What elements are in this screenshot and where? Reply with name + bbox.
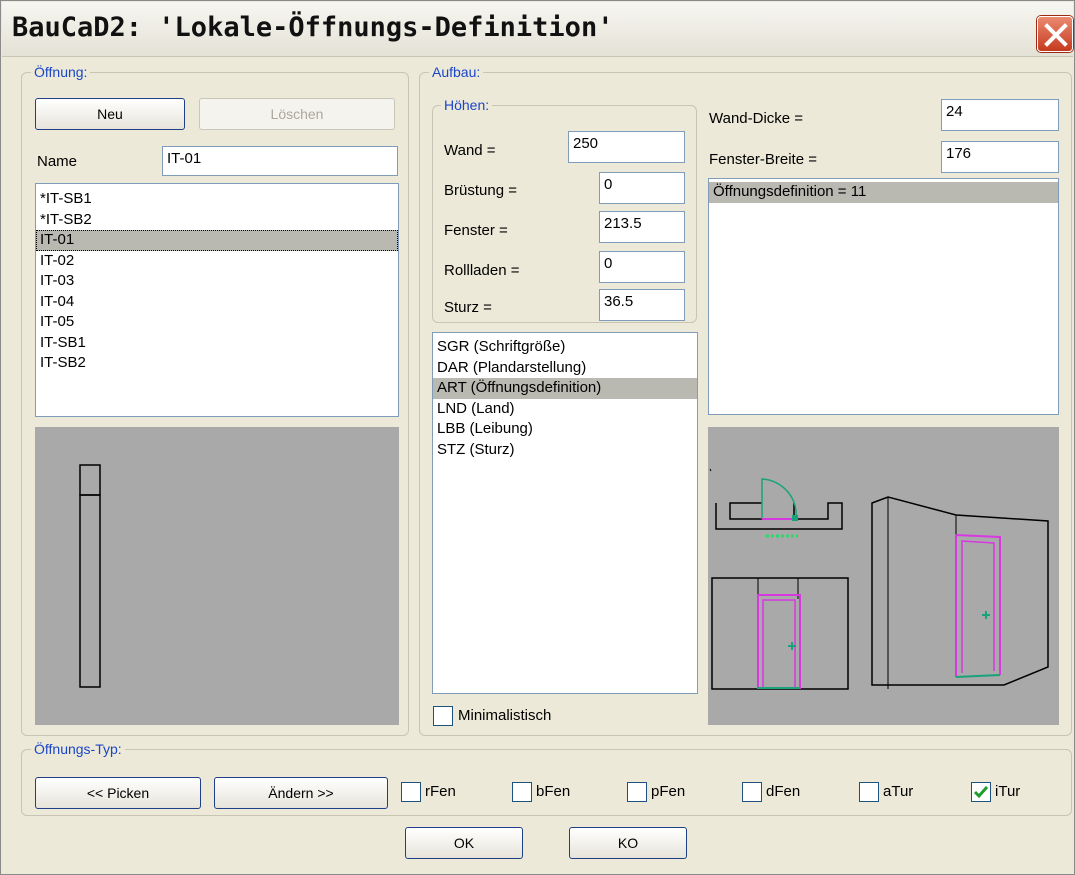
ko-button[interactable]: KO — [569, 827, 687, 859]
ok-button[interactable]: OK — [405, 827, 523, 859]
list-item-selected[interactable]: ART (Öffnungsdefinition) — [433, 378, 697, 399]
fenster-breite-input[interactable]: 176 — [941, 141, 1059, 173]
oeffnungs-typ-legend: Öffnungs-Typ: — [31, 741, 125, 757]
wand-input[interactable]: 250 — [568, 131, 685, 163]
name-input[interactable]: IT-01 — [162, 146, 398, 176]
door-preview-drawing — [709, 468, 1049, 690]
pick-button[interactable]: << Picken — [35, 777, 201, 809]
wand-dicke-label: Wand-Dicke = — [709, 110, 804, 127]
atur-checkbox[interactable] — [859, 782, 879, 802]
oeffnung-legend: Öffnung: — [31, 64, 91, 80]
rfen-checkbox[interactable] — [401, 782, 421, 802]
aufbau-legend: Aufbau: — [429, 64, 484, 80]
bfen-label: bFen — [536, 783, 571, 800]
list-item[interactable]: *IT-SB1 — [36, 189, 398, 210]
change-button[interactable]: Ändern >> — [214, 777, 388, 809]
checkmark-icon — [973, 786, 989, 799]
window-title: BauCaD2: 'Lokale-Öffnungs-Definition' — [12, 12, 614, 43]
atur-label: aTur — [883, 783, 914, 800]
close-button[interactable] — [1037, 16, 1073, 52]
new-button[interactable]: Neu — [35, 98, 185, 130]
rollladen-input[interactable]: 0 — [599, 251, 685, 283]
sturz-label: Sturz = — [444, 299, 492, 316]
list-item[interactable]: LND (Land) — [433, 399, 697, 420]
wand-label: Wand = — [444, 142, 496, 159]
list-item-selected[interactable]: IT-01 — [36, 230, 398, 251]
list-item[interactable]: SGR (Schriftgröße) — [433, 337, 697, 358]
list-item[interactable]: IT-SB2 — [36, 353, 398, 374]
list-item-selected[interactable]: Öffnungsdefinition = 11 — [709, 182, 1058, 203]
list-item[interactable]: IT-04 — [36, 292, 398, 313]
wand-dicke-input[interactable]: 24 — [941, 99, 1059, 131]
fenster-input[interactable]: 213.5 — [599, 211, 685, 243]
bruestung-input[interactable]: 0 — [599, 172, 685, 204]
list-item[interactable]: *IT-SB2 — [36, 210, 398, 231]
hoehen-legend: Höhen: — [441, 97, 493, 113]
list-item[interactable]: DAR (Plandarstellung) — [433, 358, 697, 379]
list-item[interactable]: IT-02 — [36, 251, 398, 272]
title-bar[interactable]: BauCaD2: 'Lokale-Öffnungs-Definition' — [2, 2, 1073, 57]
door-preview — [708, 427, 1059, 725]
opening-list[interactable]: *IT-SB1 *IT-SB2 IT-01 IT-02 IT-03 IT-04 … — [35, 183, 399, 417]
minimalistisch-checkbox[interactable] — [433, 706, 453, 726]
delete-button[interactable]: Löschen — [199, 98, 395, 130]
sturz-input[interactable]: 36.5 — [599, 289, 685, 321]
fenster-label: Fenster = — [444, 222, 508, 239]
list-item[interactable]: STZ (Sturz) — [433, 440, 697, 461]
itur-checkbox[interactable] — [971, 782, 991, 802]
section-preview — [35, 427, 399, 725]
dfen-checkbox[interactable] — [742, 782, 762, 802]
dialog-window: BauCaD2: 'Lokale-Öffnungs-Definition' Öf… — [0, 0, 1075, 875]
pfen-label: pFen — [651, 783, 686, 800]
close-icon — [1044, 23, 1068, 47]
rollladen-label: Rollladen = — [444, 262, 520, 279]
definition-list[interactable]: Öffnungsdefinition = 11 — [708, 178, 1059, 415]
parameter-list[interactable]: SGR (Schriftgröße) DAR (Plandarstellung)… — [432, 332, 698, 694]
minimalistisch-label: Minimalistisch — [458, 707, 552, 724]
list-item[interactable]: IT-05 — [36, 312, 398, 333]
itur-label: iTur — [995, 783, 1021, 800]
bruestung-label: Brüstung = — [444, 182, 517, 199]
pfen-checkbox[interactable] — [627, 782, 647, 802]
list-item[interactable]: IT-03 — [36, 271, 398, 292]
rfen-label: rFen — [425, 783, 456, 800]
fenster-breite-label: Fenster-Breite = — [709, 151, 817, 168]
list-item[interactable]: LBB (Leibung) — [433, 419, 697, 440]
dfen-label: dFen — [766, 783, 801, 800]
name-label: Name — [37, 153, 78, 170]
list-item[interactable]: IT-SB1 — [36, 333, 398, 354]
wall-section-drawing — [79, 464, 101, 688]
bfen-checkbox[interactable] — [512, 782, 532, 802]
